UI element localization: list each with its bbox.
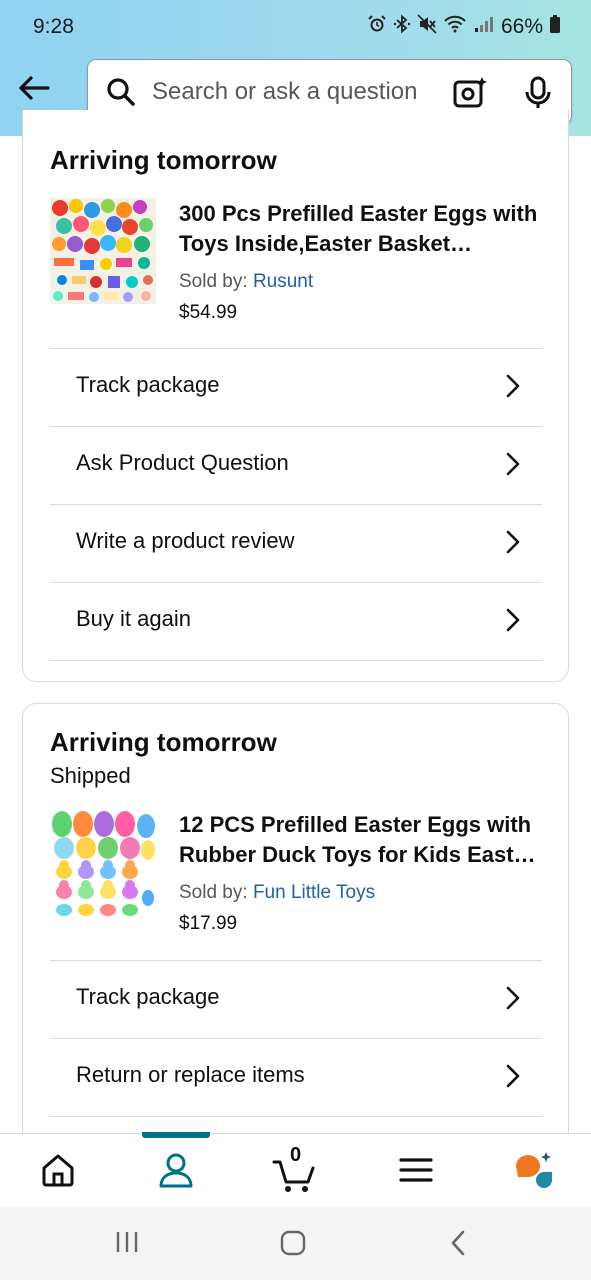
action-ask-question[interactable]: Ask Product Question — [50, 426, 542, 504]
arrival-title: Arriving tomorrow — [50, 145, 277, 175]
mute-icon — [417, 14, 437, 40]
chevron-right-icon — [504, 985, 522, 1011]
order-card: Arriving tomorrow Shipped 12 PCS Prefill… — [22, 703, 569, 1185]
signal-icon — [473, 14, 495, 40]
action-label: Track package — [76, 984, 220, 1009]
chevron-right-icon — [504, 451, 522, 477]
divider — [50, 1116, 542, 1117]
product-price: $17.99 — [179, 913, 238, 934]
menu-icon[interactable] — [396, 1150, 436, 1190]
search-input[interactable]: Search or ask a question — [152, 78, 418, 106]
action-track-package[interactable]: Track package — [50, 960, 542, 1038]
action-return-replace[interactable]: Return or replace items — [50, 1038, 542, 1116]
product-image[interactable] — [50, 198, 156, 304]
chevron-right-icon — [504, 607, 522, 633]
seller-link[interactable]: Rusunt — [253, 271, 313, 292]
action-label: Ask Product Question — [76, 450, 289, 475]
microphone-icon[interactable] — [523, 76, 553, 110]
chevron-right-icon — [504, 373, 522, 399]
recent-apps-icon[interactable] — [114, 1229, 140, 1260]
action-label: Write a product review — [76, 528, 295, 553]
bluetooth-icon — [393, 14, 411, 40]
battery-percent: 66% — [500, 15, 543, 38]
action-label: Buy it again — [76, 606, 191, 631]
action-write-review[interactable]: Write a product review — [50, 504, 542, 582]
home-icon[interactable] — [38, 1150, 78, 1190]
status-time: 9:28 — [33, 15, 74, 38]
search-icon — [106, 77, 136, 107]
back-arrow-icon[interactable] — [16, 70, 52, 106]
sold-by-label: Sold by: — [179, 271, 248, 292]
sold-by: Sold by: Rusunt — [179, 271, 313, 293]
system-navigation-bar — [0, 1207, 591, 1280]
wifi-icon — [443, 14, 467, 40]
active-tab-indicator — [142, 1132, 210, 1138]
order-card: Arriving tomorrow 300 Pcs Prefilled East… — [22, 110, 569, 682]
chevron-right-icon — [504, 529, 522, 555]
back-button-icon[interactable] — [448, 1229, 468, 1262]
alarm-icon — [367, 14, 387, 40]
camera-search-icon[interactable] — [453, 76, 487, 108]
status-icons: 66% — [367, 14, 561, 40]
cart-icon[interactable]: 0 — [272, 1144, 318, 1192]
seller-link[interactable]: Fun Little Toys — [253, 882, 375, 903]
arrival-title: Arriving tomorrow — [50, 727, 277, 757]
action-label: Track package — [76, 372, 220, 397]
cart-count: 0 — [290, 1144, 302, 1166]
chevron-right-icon — [504, 1063, 522, 1089]
product-image[interactable] — [50, 810, 156, 916]
sold-by-label: Sold by: — [179, 882, 248, 903]
bottom-nav: 0 — [0, 1132, 591, 1208]
rufus-icon[interactable] — [514, 1150, 554, 1190]
battery-icon — [549, 14, 561, 40]
home-button-icon[interactable] — [279, 1229, 307, 1262]
status-bar: 9:28 66% — [0, 0, 591, 54]
sold-by: Sold by: Fun Little Toys — [179, 882, 375, 904]
product-price: $54.99 — [179, 302, 238, 323]
divider — [50, 660, 542, 661]
account-icon[interactable] — [156, 1150, 196, 1190]
action-buy-again[interactable]: Buy it again — [50, 582, 542, 660]
shipment-status: Shipped — [50, 763, 131, 788]
product-title[interactable]: 300 Pcs Prefilled Easter Eggs with Toys … — [179, 199, 539, 259]
product-title[interactable]: 12 PCS Prefilled Easter Eggs with Rubber… — [179, 810, 539, 870]
action-label: Return or replace items — [76, 1062, 305, 1087]
action-track-package[interactable]: Track package — [50, 348, 542, 426]
